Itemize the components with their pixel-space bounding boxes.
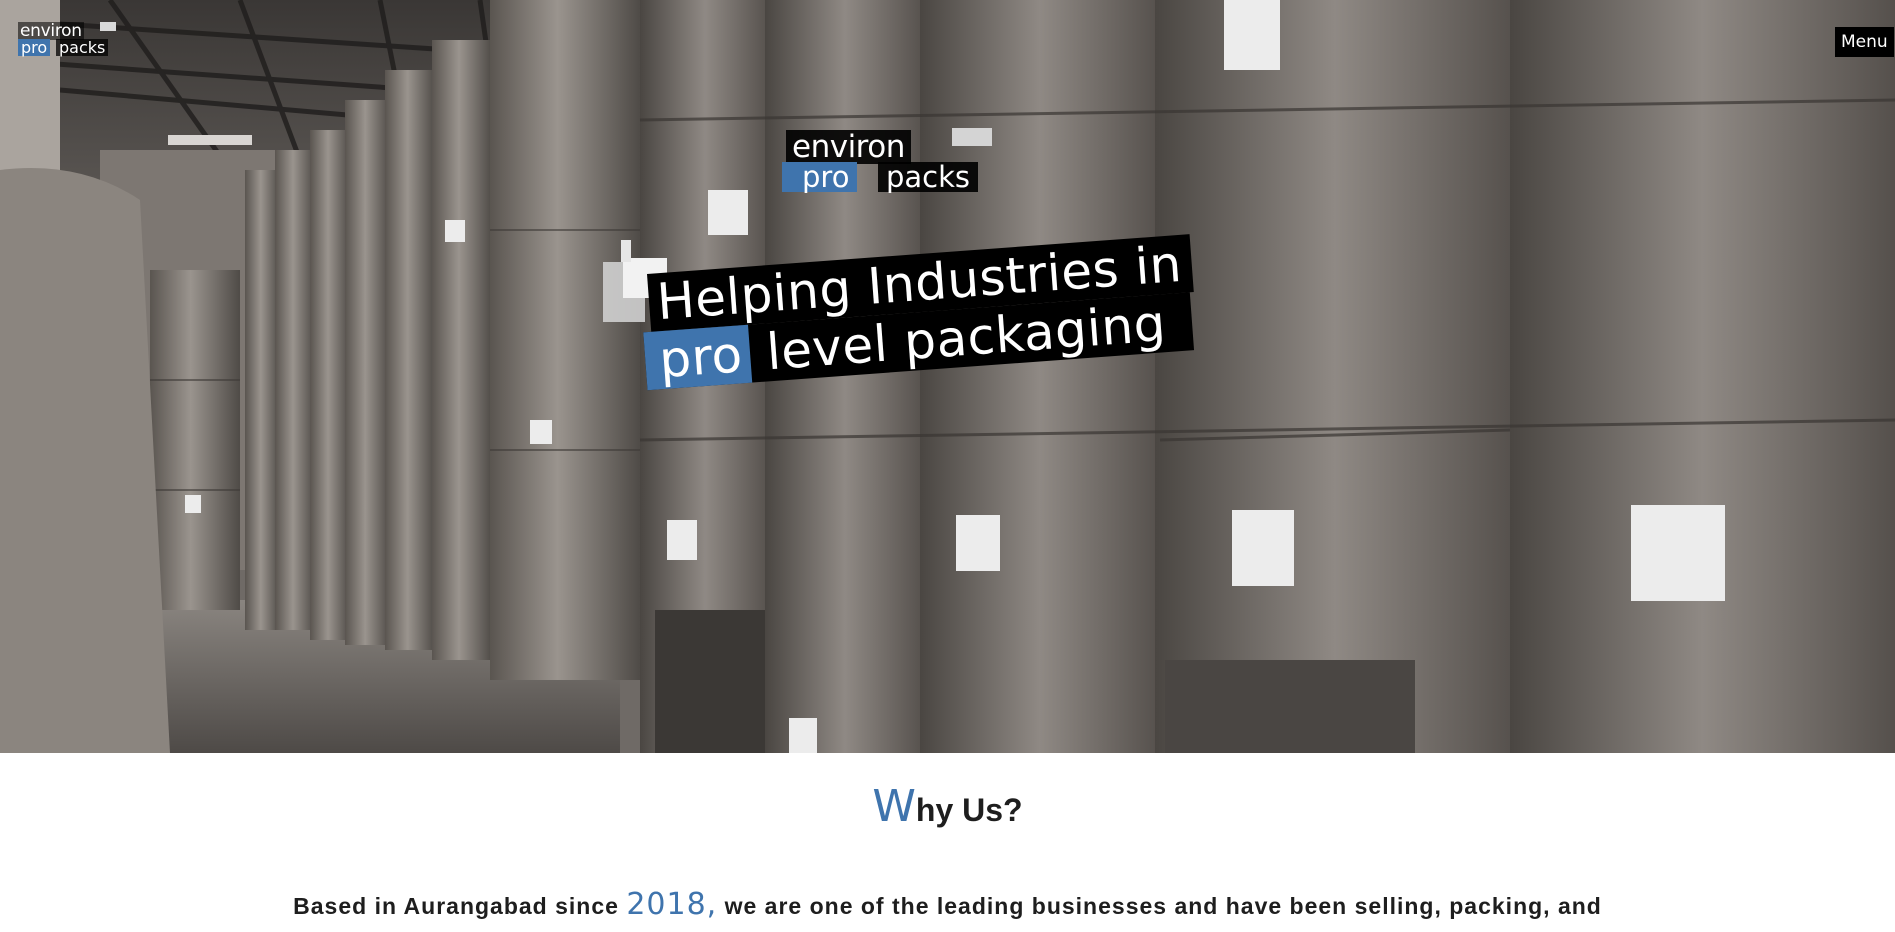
logo-word-pro: pro xyxy=(18,39,51,56)
logo-word-packs: packs xyxy=(878,162,979,192)
logo-accent-square xyxy=(952,128,992,146)
why-us-text-after: we are one of the leading businesses and… xyxy=(717,893,1602,919)
page: environ pro packs Menu environ pro packs… xyxy=(0,0,1895,932)
why-us-section: Why Us? Based in Aurangabad since 2018, … xyxy=(0,753,1895,932)
site-logo-small[interactable]: environ pro packs xyxy=(18,22,118,56)
logo-word-packs: packs xyxy=(56,39,109,56)
hero-logo: environ pro packs xyxy=(782,128,992,196)
tagline-highlight-pro: pro xyxy=(643,324,753,391)
why-us-heading-initial: W xyxy=(872,781,916,832)
why-us-heading-rest: hy Us? xyxy=(915,792,1023,828)
why-us-paragraph: Based in Aurangabad since 2018, we are o… xyxy=(0,885,1895,926)
why-us-year: 2018, xyxy=(626,887,718,922)
why-us-heading: Why Us? xyxy=(0,785,1895,832)
logo-word-environ: environ xyxy=(786,130,911,164)
hero-section: environ pro packs Menu environ pro packs… xyxy=(0,0,1895,753)
logo-word-pro: pro xyxy=(782,162,858,192)
hero-background-image xyxy=(0,0,1895,753)
why-us-text-before: Based in Aurangabad since xyxy=(293,893,627,919)
menu-button[interactable]: Menu xyxy=(1835,27,1894,57)
logo-accent-square xyxy=(100,22,116,31)
